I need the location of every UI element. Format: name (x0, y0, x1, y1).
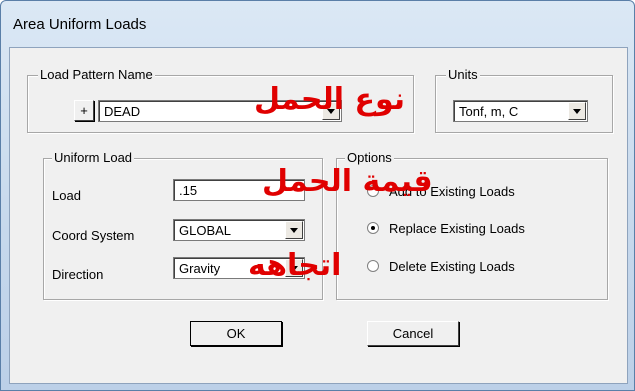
options-legend: Options (345, 150, 394, 165)
load-pattern-legend: Load Pattern Name (38, 67, 155, 82)
annotation-load-value: قيمة الحمل (262, 164, 433, 199)
add-load-pattern-button[interactable]: + (74, 100, 94, 121)
load-input-value: .15 (179, 183, 198, 198)
dialog-client-area: Load Pattern Name + DEAD Units Tonf, m, … (9, 47, 628, 384)
units-legend: Units (446, 67, 480, 82)
annotation-load-type: نوع الحمل (254, 82, 406, 117)
replace-existing-label: Replace Existing Loads (389, 221, 525, 236)
radio-indicator[interactable] (367, 222, 379, 234)
radio-indicator[interactable] (367, 260, 379, 272)
coord-system-label: Coord System (52, 228, 135, 243)
delete-existing-radio[interactable]: Delete Existing Loads (367, 258, 597, 276)
dialog-window: Area Uniform Loads Load Pattern Name + D… (0, 0, 635, 391)
direction-value: Gravity (179, 261, 221, 276)
coord-system-value: GLOBAL (179, 223, 232, 238)
delete-existing-label: Delete Existing Loads (389, 259, 515, 274)
units-select[interactable]: Tonf, m, C (453, 100, 588, 122)
uniform-load-legend: Uniform Load (52, 150, 135, 165)
load-pattern-value: DEAD (104, 104, 141, 119)
chevron-down-icon[interactable] (568, 102, 586, 120)
replace-existing-radio[interactable]: Replace Existing Loads (367, 220, 597, 238)
coord-system-select[interactable]: GLOBAL (173, 219, 305, 241)
units-group: Units Tonf, m, C (435, 67, 613, 133)
units-value: Tonf, m, C (459, 104, 519, 119)
window-title: Area Uniform Loads (13, 16, 147, 33)
annotation-direction: اتجاهه (248, 248, 342, 283)
direction-label: Direction (52, 267, 104, 282)
chevron-down-icon[interactable] (285, 221, 303, 239)
title-bar[interactable]: Area Uniform Loads (1, 1, 634, 47)
cancel-button[interactable]: Cancel (367, 321, 459, 346)
load-label: Load (52, 188, 81, 203)
ok-button[interactable]: OK (190, 321, 282, 346)
